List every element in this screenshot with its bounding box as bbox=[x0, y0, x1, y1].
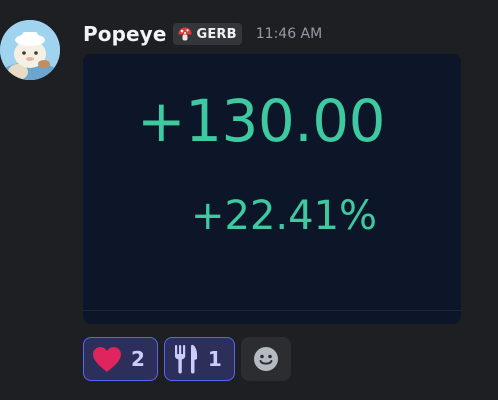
fork-knife-icon bbox=[174, 344, 198, 374]
mushroom-icon bbox=[178, 27, 192, 41]
reaction-count: 2 bbox=[131, 347, 145, 371]
pnl-percent: +22.41% bbox=[191, 193, 378, 239]
divider bbox=[83, 310, 461, 311]
chat-message: Popeye GERB 11:46 AM +130.00 +22.41% 2 1 bbox=[0, 0, 498, 400]
add-reaction-button[interactable] bbox=[240, 337, 291, 381]
pnl-image[interactable]: +130.00 +22.41% bbox=[83, 54, 461, 324]
guild-tag-label: GERB bbox=[196, 26, 237, 42]
avatar[interactable] bbox=[0, 20, 60, 80]
message-header: Popeye GERB 11:46 AM bbox=[83, 20, 322, 48]
reaction-heart[interactable]: 2 bbox=[83, 337, 158, 381]
heart-icon bbox=[93, 346, 121, 372]
timestamp[interactable]: 11:46 AM bbox=[256, 26, 322, 42]
username[interactable]: Popeye bbox=[83, 22, 166, 46]
reaction-bar: 2 1 bbox=[83, 337, 291, 381]
reaction-count: 1 bbox=[207, 347, 222, 371]
reaction-fork-knife[interactable]: 1 bbox=[163, 337, 235, 381]
guild-tag[interactable]: GERB bbox=[173, 23, 242, 45]
smiley-icon bbox=[253, 347, 278, 371]
pnl-value: +130.00 bbox=[137, 87, 386, 155]
